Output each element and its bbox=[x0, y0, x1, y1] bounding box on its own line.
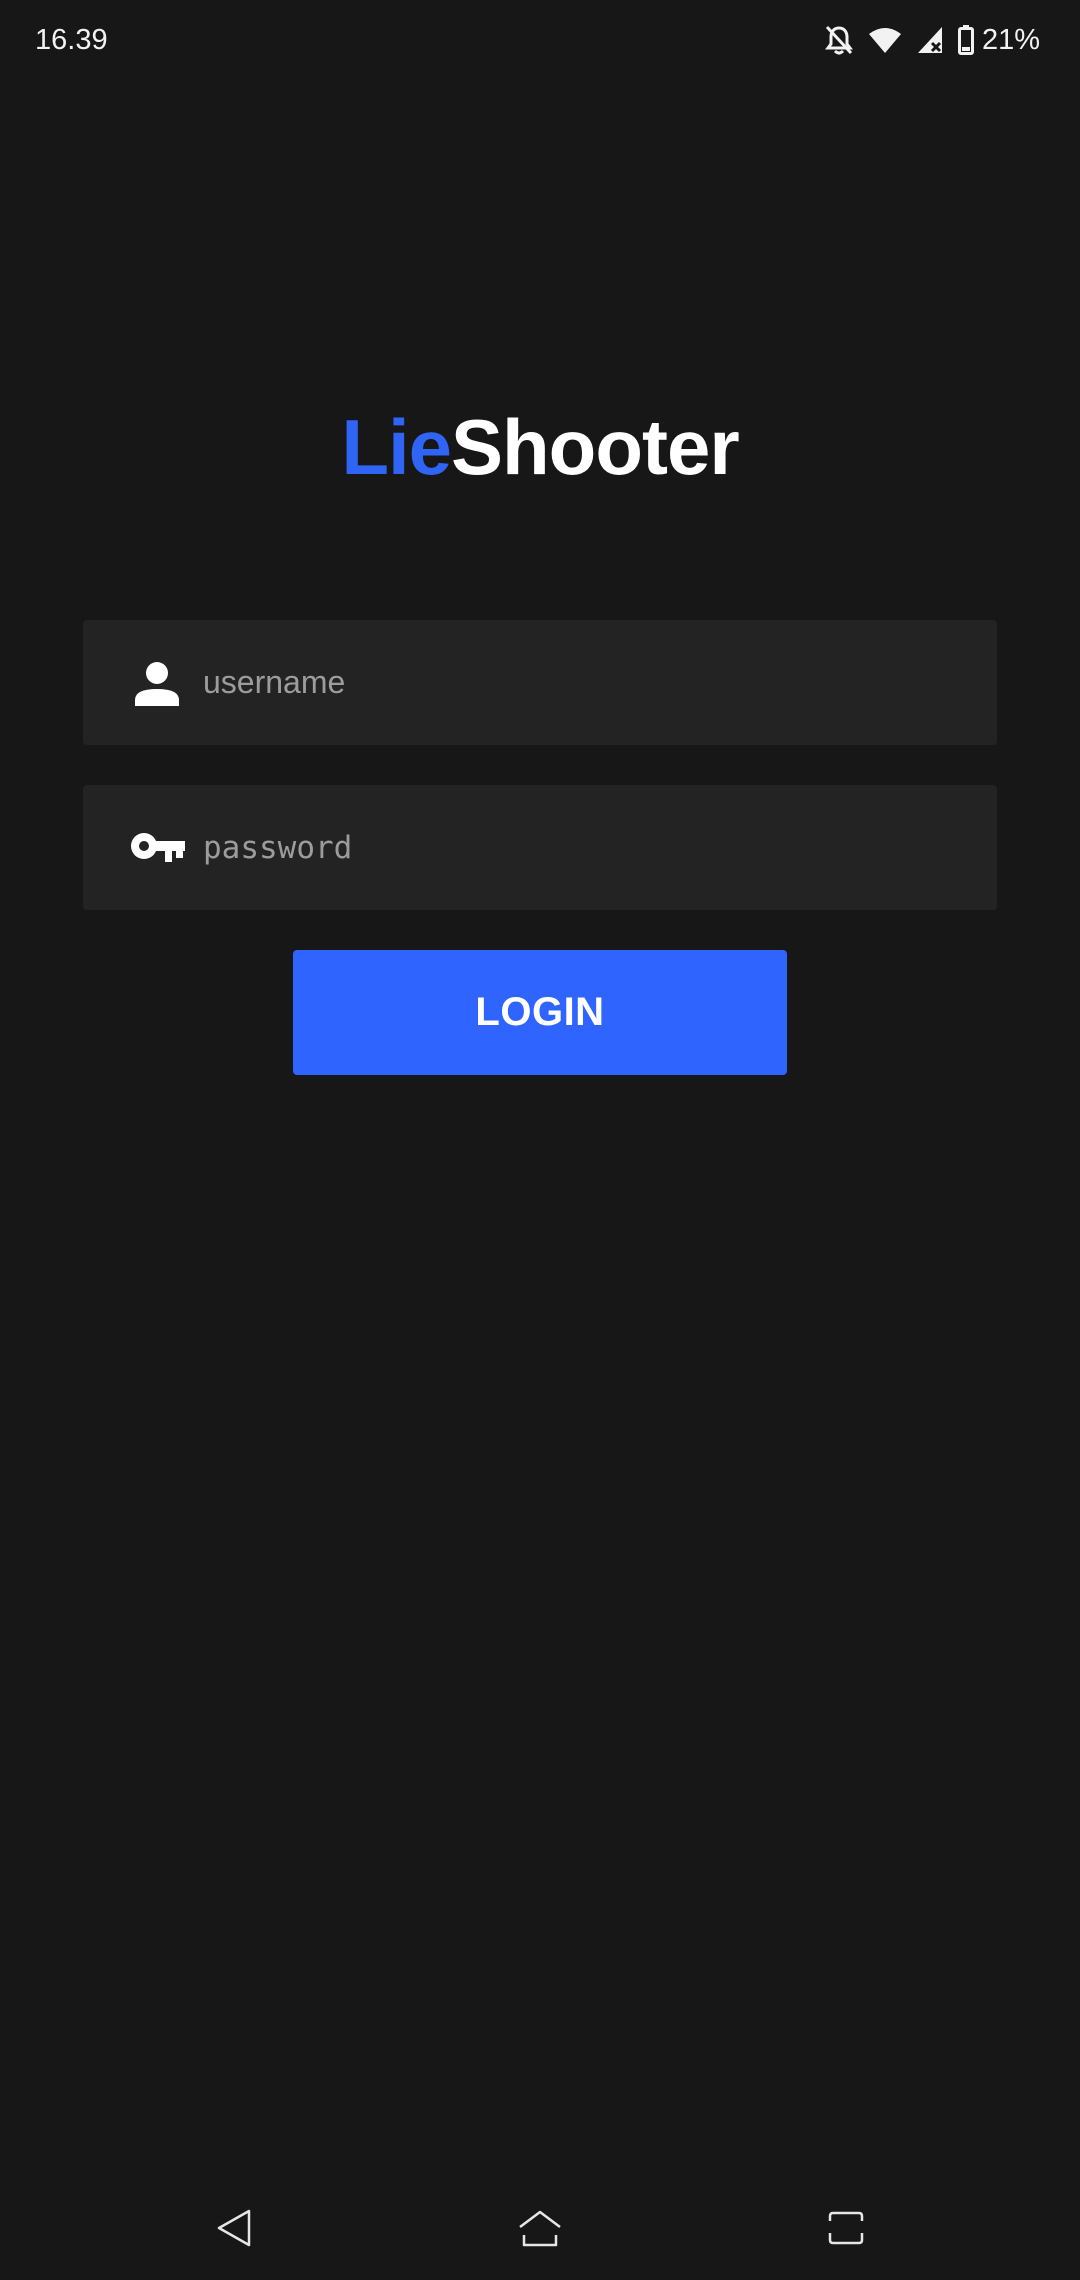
login-screen: 16.39 21% LieShooter username LOGIN bbox=[0, 0, 1080, 2280]
person-icon bbox=[127, 653, 187, 713]
battery-icon bbox=[957, 25, 974, 55]
password-input[interactable] bbox=[203, 785, 963, 910]
battery-percent: 21% bbox=[981, 23, 1040, 56]
logo-part-2: Shooter bbox=[451, 403, 740, 491]
back-button[interactable] bbox=[203, 2198, 267, 2262]
status-icons: 21% bbox=[824, 22, 1040, 58]
username-input[interactable] bbox=[203, 620, 963, 745]
logo-part-1: Lie bbox=[341, 403, 452, 491]
password-field[interactable] bbox=[83, 785, 997, 910]
recents-icon bbox=[825, 2211, 867, 2250]
signal-icon bbox=[916, 25, 944, 55]
login-button[interactable]: LOGIN bbox=[293, 950, 787, 1075]
navigation-bar bbox=[0, 2180, 1080, 2280]
username-field[interactable] bbox=[83, 620, 997, 745]
status-time: 16.39 bbox=[35, 24, 108, 56]
back-icon bbox=[215, 2208, 255, 2253]
home-button[interactable] bbox=[508, 2198, 572, 2262]
home-icon bbox=[517, 2208, 563, 2253]
wifi-icon bbox=[868, 26, 902, 54]
key-icon bbox=[127, 818, 187, 878]
notifications-off-icon bbox=[824, 24, 854, 56]
recents-button[interactable] bbox=[814, 2198, 878, 2262]
app-logo: LieShooter bbox=[0, 402, 1080, 492]
status-bar: 16.39 21% bbox=[0, 0, 1080, 82]
